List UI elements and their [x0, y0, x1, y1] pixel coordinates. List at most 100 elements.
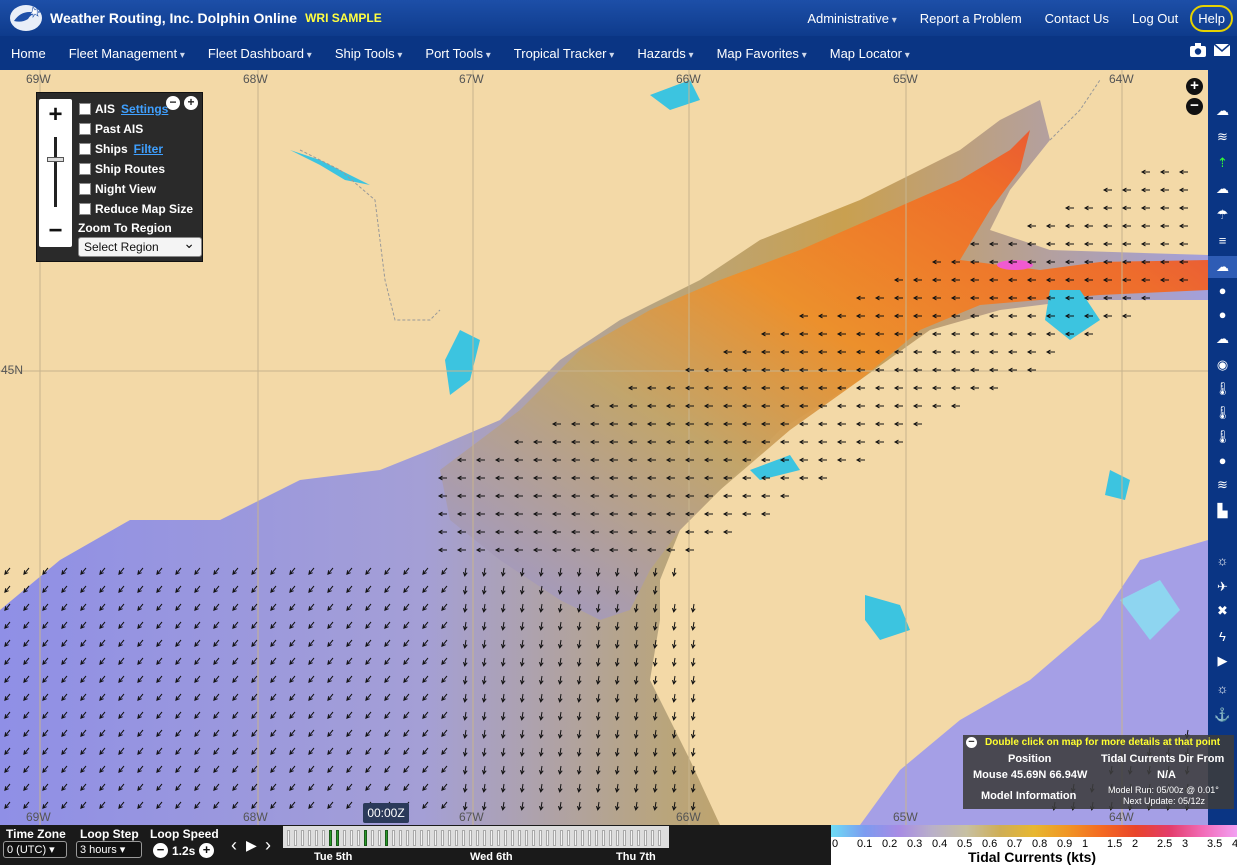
timeline-step[interactable] — [476, 830, 479, 846]
timeline-step[interactable] — [350, 830, 353, 846]
timeline-step[interactable] — [658, 830, 661, 846]
play-icon[interactable]: ▶ — [246, 837, 257, 854]
timeline-step[interactable] — [497, 830, 500, 846]
timeline-step[interactable] — [392, 830, 395, 846]
timeline-step[interactable] — [630, 830, 633, 846]
email-icon[interactable] — [1213, 42, 1231, 58]
timeline-step[interactable] — [406, 830, 409, 846]
administrative-menu[interactable]: Administrative — [807, 11, 896, 26]
timeline-step[interactable] — [560, 830, 563, 846]
step-back-icon[interactable]: ‹ — [231, 835, 237, 856]
timeline-step[interactable] — [637, 830, 640, 846]
timeline-step[interactable] — [371, 830, 374, 846]
collapse-info-icon[interactable]: − — [966, 737, 977, 748]
timeline-step[interactable] — [532, 830, 535, 846]
past-ais-checkbox[interactable] — [79, 123, 91, 135]
waves-icon[interactable]: ≋ — [1208, 126, 1237, 148]
dolphin-logo-icon[interactable] — [8, 3, 44, 33]
timeline-step[interactable] — [616, 830, 619, 846]
speed-decrease-icon[interactable]: − — [153, 843, 168, 858]
timeline-step[interactable] — [301, 830, 304, 846]
thermometer-sea-icon[interactable]: 🌡 — [1208, 426, 1237, 448]
timeline-step[interactable] — [455, 830, 458, 846]
contact-us-link[interactable]: Contact Us — [1045, 11, 1109, 26]
ais-settings-link[interactable]: Settings — [121, 102, 168, 116]
satellite-icon[interactable]: ✈ — [1208, 576, 1237, 598]
speed-increase-icon[interactable]: + — [199, 843, 214, 858]
map-zoom-in-icon[interactable]: + — [1186, 78, 1203, 95]
ice-icon[interactable]: ▙ — [1208, 500, 1237, 522]
droplet-icon[interactable]: ● — [1208, 280, 1237, 302]
timeline-step[interactable] — [490, 830, 493, 846]
lightning-icon[interactable]: ϟ — [1208, 626, 1237, 648]
zoom-slider[interactable] — [54, 137, 57, 207]
step-forward-icon[interactable]: › — [265, 835, 271, 856]
ship-routes-checkbox[interactable] — [79, 163, 91, 175]
buoy-icon[interactable]: ⚓ — [1208, 704, 1237, 726]
timeline-step[interactable] — [567, 830, 570, 846]
timeline-step[interactable] — [539, 830, 542, 846]
timeline-step[interactable] — [553, 830, 556, 846]
current-upload-icon[interactable]: ⇡ — [1208, 152, 1237, 174]
nav-map-favorites[interactable]: Map Favorites — [717, 46, 807, 61]
timeline-step[interactable] — [595, 830, 598, 846]
timeline-step[interactable] — [308, 830, 311, 846]
timeline-step[interactable] — [581, 830, 584, 846]
timeline-step[interactable] — [364, 830, 367, 846]
timeline-step[interactable] — [448, 830, 451, 846]
timeline-step[interactable] — [651, 830, 654, 846]
nav-ship-tools[interactable]: Ship Tools — [335, 46, 403, 61]
nav-fleet-management[interactable]: Fleet Management — [69, 46, 185, 61]
loop-step-select[interactable]: 3 hours ▾ — [76, 841, 142, 858]
rain-drop-icon[interactable]: ● — [1208, 304, 1237, 326]
zoom-in-button[interactable]: + — [39, 101, 72, 129]
region-select[interactable]: Select Region — [78, 235, 202, 257]
ships-filter-link[interactable]: Filter — [134, 142, 163, 156]
timeline-step[interactable] — [518, 830, 521, 846]
humidity-icon[interactable]: ● — [1208, 450, 1237, 472]
nav-map-locator[interactable]: Map Locator — [830, 46, 910, 61]
timeline-step[interactable] — [441, 830, 444, 846]
thermometer-low-icon[interactable]: 🌡 — [1208, 402, 1237, 424]
timeline-step[interactable] — [434, 830, 437, 846]
timeline-step[interactable] — [385, 830, 388, 846]
camera-icon[interactable] — [1189, 42, 1207, 58]
timeline-step[interactable] — [574, 830, 577, 846]
timeline-step[interactable] — [357, 830, 360, 846]
timeline-step[interactable] — [378, 830, 381, 846]
nav-home[interactable]: Home — [11, 46, 46, 61]
timeline-step[interactable] — [588, 830, 591, 846]
nav-port-tools[interactable]: Port Tools — [425, 46, 490, 61]
nav-hazards[interactable]: Hazards — [637, 46, 693, 61]
nav-fleet-dashboard[interactable]: Fleet Dashboard — [208, 46, 312, 61]
timeline-step[interactable] — [329, 830, 332, 846]
help-button[interactable]: Help — [1190, 4, 1233, 32]
storm-cloud-icon[interactable]: ☁ — [1208, 256, 1237, 278]
cloud-up-icon[interactable]: ☁ — [1208, 178, 1237, 200]
wind-flow-icon[interactable]: ≋ — [1208, 474, 1237, 496]
ships-checkbox[interactable] — [79, 143, 91, 155]
sunrise-icon[interactable]: ☼ — [1208, 678, 1237, 700]
cloud-wind-icon[interactable]: ☁ — [1208, 100, 1237, 122]
ais-checkbox[interactable] — [79, 103, 91, 115]
fog-icon[interactable]: ≡ — [1208, 230, 1237, 252]
timeline-step[interactable] — [413, 830, 416, 846]
nav-tropical-tracker[interactable]: Tropical Tracker — [514, 46, 615, 61]
time-zone-select[interactable]: 0 (UTC) ▾ — [3, 841, 67, 858]
log-out-link[interactable]: Log Out — [1132, 11, 1178, 26]
satellite-off-icon[interactable]: ✖ — [1208, 600, 1237, 622]
thermometer-icon[interactable]: 🌡 — [1208, 378, 1237, 400]
timeline-step[interactable] — [287, 830, 290, 846]
night-view-checkbox[interactable] — [79, 183, 91, 195]
timeline-step[interactable] — [343, 830, 346, 846]
timeline-step[interactable] — [511, 830, 514, 846]
timeline-step[interactable] — [525, 830, 528, 846]
timeline-step[interactable] — [322, 830, 325, 846]
cloud-rain-icon[interactable]: ☂ — [1208, 204, 1237, 226]
timeline-step[interactable] — [469, 830, 472, 846]
timeline-step[interactable] — [546, 830, 549, 846]
timeline-step[interactable] — [602, 830, 605, 846]
timeline-step[interactable] — [294, 830, 297, 846]
timeline-step[interactable] — [420, 830, 423, 846]
timeline-track[interactable] — [283, 826, 669, 848]
